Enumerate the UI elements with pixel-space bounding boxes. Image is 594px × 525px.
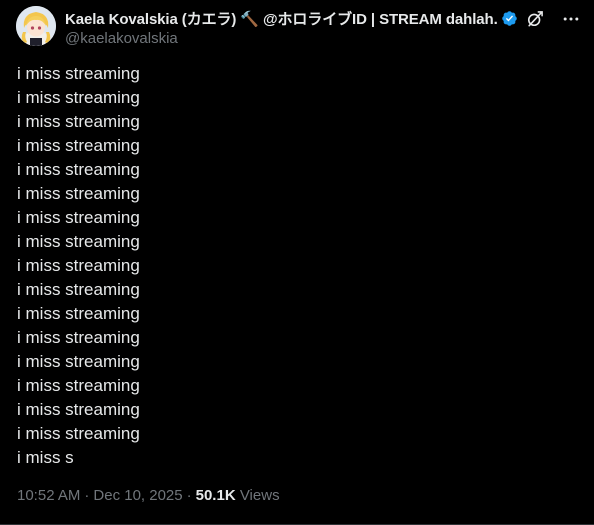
verified-badge-icon[interactable]	[501, 10, 518, 27]
post-text: i miss streaming i miss streaming i miss…	[17, 62, 577, 470]
post-text-line: i miss streaming	[17, 352, 140, 371]
post-text-line: i miss streaming	[17, 304, 140, 323]
meta-separator: ·	[84, 487, 90, 504]
post-text-line: i miss s	[17, 448, 74, 467]
post-text-line: i miss streaming	[17, 112, 140, 131]
post-text-line: i miss streaming	[17, 280, 140, 299]
author-names: Kaela Kovalskia (カエラ) 🔨 @ホロライブID | STREA…	[65, 8, 517, 48]
author-handle[interactable]: @kaelakovalskia	[65, 30, 512, 48]
post-text-line: i miss streaming	[17, 376, 140, 395]
post-text-line: i miss streaming	[17, 328, 140, 347]
post-meta: 10:52 AM · Dec 10, 2025 · 50.1K Views	[17, 486, 280, 506]
views-count[interactable]: 50.1K	[196, 487, 236, 504]
post-date[interactable]: Dec 10, 2025	[93, 487, 182, 504]
meta-separator: ·	[186, 487, 192, 504]
post-time[interactable]: 10:52 AM	[17, 487, 80, 504]
post-text-line: i miss streaming	[17, 208, 140, 227]
post-text-line: i miss streaming	[17, 88, 140, 107]
views-label: Views	[239, 487, 280, 504]
avatar[interactable]	[16, 6, 56, 46]
post-text-line: i miss streaming	[17, 400, 140, 419]
post-text-line: i miss streaming	[17, 64, 140, 83]
post-text-line: i miss streaming	[17, 424, 140, 443]
post-text-line: i miss streaming	[17, 136, 140, 155]
author-display-name[interactable]: Kaela Kovalskia (カエラ) 🔨 @ホロライブID | STREA…	[65, 8, 498, 29]
name-line: Kaela Kovalskia (カエラ) 🔨 @ホロライブID | STREA…	[65, 8, 517, 29]
header-actions	[524, 8, 582, 30]
grok-icon[interactable]	[524, 8, 546, 30]
post-text-line: i miss streaming	[17, 184, 140, 203]
post-header: Kaela Kovalskia (カエラ) 🔨 @ホロライブID | STREA…	[16, 6, 582, 48]
post-text-line: i miss streaming	[17, 160, 140, 179]
more-options-icon[interactable]	[560, 8, 582, 30]
avatar-icon	[16, 6, 56, 46]
post-detail: Kaela Kovalskia (カエラ) 🔨 @ホロライブID | STREA…	[0, 0, 594, 525]
post-text-line: i miss streaming	[17, 232, 140, 251]
post-text-line: i miss streaming	[17, 256, 140, 275]
